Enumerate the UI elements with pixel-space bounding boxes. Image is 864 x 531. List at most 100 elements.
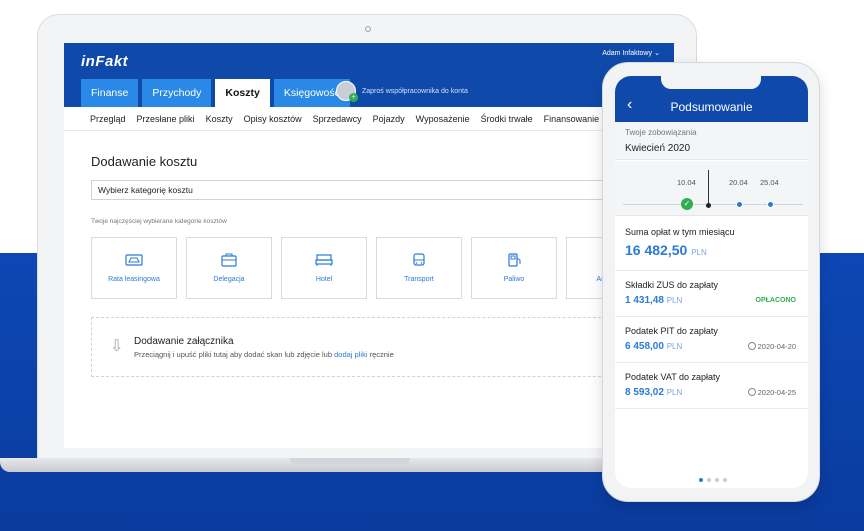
tile-paliwo[interactable]: Paliwo	[471, 237, 557, 299]
tile-transport[interactable]: Transport	[376, 237, 462, 299]
page-dot[interactable]	[723, 478, 727, 482]
subnav-item-pojazdy[interactable]: Pojazdy	[373, 114, 405, 124]
subnav-item-przeglad[interactable]: Przegląd	[90, 114, 126, 124]
chevron-down-icon[interactable]: ⌄	[654, 49, 660, 57]
page-dot[interactable]	[715, 478, 719, 482]
attachment-title: Dodawanie załącznika	[134, 336, 234, 347]
timeline-date: 25.04	[760, 178, 779, 187]
subnav-item-sprzedawcy[interactable]: Sprzedawcy	[313, 114, 362, 124]
attachment-dropzone[interactable]: ⇩ Dodawanie załącznika Przeciągnij i upu…	[91, 317, 656, 377]
status-badge: OPŁACONO	[755, 297, 796, 304]
clock-icon	[747, 388, 756, 396]
fuel-icon	[508, 253, 521, 267]
subnav-item-srodki-trwale[interactable]: Środki trwałe	[481, 114, 533, 124]
list-item[interactable]: Podatek VAT do zapłaty 8 593,02 PLN 2020…	[615, 363, 808, 409]
check-icon: ✓	[681, 198, 693, 210]
subnav-item-wyposazenie[interactable]: Wyposażenie	[416, 114, 470, 124]
timeline-date: 20.04	[729, 178, 748, 187]
monthly-sum-value: 16 482,50	[625, 242, 688, 258]
phone-screen: ‹ Podsumowanie Twoje zobowiązania Kwieci…	[615, 76, 808, 488]
subnav-item-finansowanie[interactable]: Finansowanie	[544, 114, 600, 124]
currency: PLN	[691, 248, 707, 257]
camera-dot	[365, 26, 371, 32]
avatar: +	[336, 81, 358, 102]
subnav-item-przeslane-pliki[interactable]: Przesłane pliki	[137, 114, 195, 124]
attachment-desc-suffix: ręcznie	[367, 350, 394, 359]
category-select[interactable]: Wybierz kategorię kosztu	[91, 180, 651, 200]
due-date: 2020-04-25	[747, 388, 796, 397]
obligations-label: Twoje zobowiązania	[625, 128, 697, 137]
row-amount: 1 431,48 PLN	[625, 295, 682, 306]
tile-label: Paliwo	[503, 276, 525, 283]
laptop-screen: inFakt Adam Infaktowy ⌄ Finanse Przychod…	[64, 43, 674, 448]
category-hint: Twoje najczęściej wybierane kategorie ko…	[91, 218, 227, 225]
app-header: inFakt Adam Infaktowy ⌄ Finanse Przychod…	[64, 43, 674, 107]
clock-icon	[747, 342, 756, 350]
row-amount: 8 593,02 PLN	[625, 387, 682, 398]
list-item[interactable]: Podatek PIT do zapłaty 6 458,00 PLN 2020…	[615, 317, 808, 363]
currency: PLN	[666, 388, 683, 397]
obligations-month[interactable]: Kwiecień 2020	[625, 143, 690, 154]
subnav-item-koszty[interactable]: Koszty	[206, 114, 233, 124]
bus-icon	[413, 253, 425, 266]
timeline-dot	[767, 201, 774, 208]
timeline-date: 10.04	[677, 178, 696, 187]
timeline-dot	[736, 201, 743, 208]
row-amount-value: 8 593,02	[625, 387, 664, 398]
currency: PLN	[666, 296, 683, 305]
invite-text: Zaproś współpracownika do konta	[362, 87, 468, 95]
plus-icon: +	[349, 93, 358, 102]
main-tabs: Finanse Przychody Koszty Księgowość	[81, 79, 350, 107]
tile-label: Rata leasingowa	[108, 276, 160, 283]
tile-delegacja[interactable]: Delegacja	[186, 237, 272, 299]
payment-timeline[interactable]: 10.04 20.04 25.04 ✓	[615, 161, 808, 216]
monthly-sum-amount: 16 482,50 PLN	[625, 242, 707, 258]
page-dot[interactable]	[707, 478, 711, 482]
row-amount-value: 6 458,00	[625, 341, 664, 352]
tab-koszty[interactable]: Koszty	[215, 79, 270, 107]
subnav-item-opisy-kosztow[interactable]: Opisy kosztów	[244, 114, 302, 124]
user-menu[interactable]: Adam Infaktowy	[602, 50, 652, 57]
timeline-today-dot	[706, 203, 711, 208]
row-amount-value: 1 431,48	[625, 295, 664, 306]
currency: PLN	[666, 342, 683, 351]
invite-coworker[interactable]: + Zaproś współpracownika do konta	[336, 81, 468, 102]
timeline-today-marker	[708, 170, 709, 205]
laptop-notch	[290, 458, 410, 464]
timeline-line	[623, 204, 803, 205]
tile-label: Transport	[404, 276, 434, 283]
row-amount: 6 458,00 PLN	[625, 341, 682, 352]
bed-icon	[315, 254, 333, 266]
due-date-value: 2020-04-20	[757, 342, 796, 351]
row-label: Składki ZUS do zapłaty	[625, 280, 719, 290]
row-label: Podatek VAT do zapłaty	[625, 372, 721, 382]
tab-finanse[interactable]: Finanse	[81, 79, 139, 107]
tile-label: Delegacja	[213, 276, 245, 283]
page-title: Dodawanie kosztu	[91, 154, 198, 169]
row-label: Podatek PIT do zapłaty	[625, 326, 718, 336]
category-tiles: Rata leasingowa Delegacja Hotel Transpor…	[91, 237, 652, 299]
phone-title: Podsumowanie	[670, 100, 753, 114]
due-date-value: 2020-04-25	[757, 388, 796, 397]
obligations-header: Twoje zobowiązania Kwiecień 2020	[615, 122, 808, 160]
app-logo[interactable]: inFakt	[81, 53, 128, 70]
page-dot-active[interactable]	[699, 478, 703, 482]
tile-rata-leasingowa[interactable]: Rata leasingowa	[91, 237, 177, 299]
page-indicator	[699, 478, 727, 482]
add-files-link[interactable]: dodaj pliki	[334, 350, 367, 359]
car-icon	[125, 254, 143, 266]
monthly-sum-label: Suma opłat w tym miesiącu	[625, 227, 735, 237]
tile-hotel[interactable]: Hotel	[281, 237, 367, 299]
attachment-desc-text: Przeciągnij i upuść pliki tutaj aby doda…	[134, 350, 335, 359]
attachment-desc: Przeciągnij i upuść pliki tutaj aby doda…	[134, 350, 394, 359]
tile-label: Hotel	[315, 276, 333, 283]
phone-frame: ‹ Podsumowanie Twoje zobowiązania Kwieci…	[602, 62, 820, 502]
due-date: 2020-04-20	[747, 342, 796, 351]
tab-przychody[interactable]: Przychody	[142, 79, 212, 107]
phone-notch	[661, 76, 761, 89]
briefcase-icon	[221, 253, 237, 267]
monthly-sum-row: Suma opłat w tym miesiącu 16 482,50 PLN	[615, 217, 808, 271]
list-item[interactable]: Składki ZUS do zapłaty 1 431,48 PLN OPŁA…	[615, 271, 808, 317]
laptop-frame: inFakt Adam Infaktowy ⌄ Finanse Przychod…	[37, 14, 697, 466]
arrow-down-icon: ⇩	[110, 338, 124, 355]
